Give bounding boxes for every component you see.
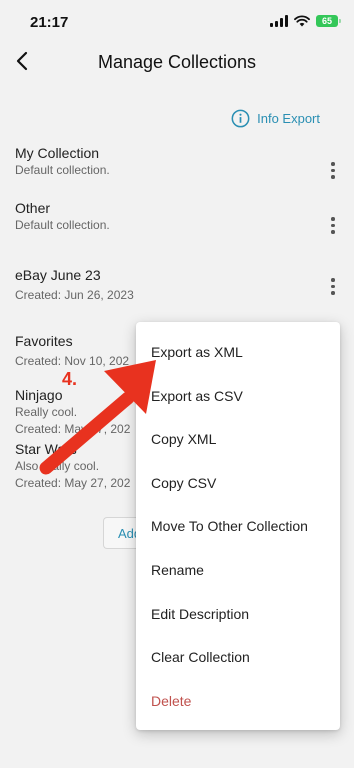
dot-icon	[331, 223, 335, 227]
battery-indicator: 65	[316, 15, 341, 27]
status-icons: 65	[270, 15, 341, 27]
collection-item-my-collection[interactable]: My Collection Default collection.	[15, 145, 340, 177]
dot-icon	[331, 291, 335, 295]
context-menu: Export as XML Export as CSV Copy XML Cop…	[136, 322, 340, 730]
menu-item-edit-description[interactable]: Edit Description	[136, 593, 340, 637]
menu-item-clear-collection[interactable]: Clear Collection	[136, 636, 340, 680]
collection-description: Default collection.	[15, 163, 110, 177]
signal-icon	[270, 15, 288, 27]
collection-item-ebay-june-23[interactable]: eBay June 23 Created: Jun 26, 2023	[15, 267, 340, 302]
menu-item-export-xml[interactable]: Export as XML	[136, 331, 340, 375]
dot-icon	[331, 162, 335, 166]
more-options-button[interactable]	[328, 278, 338, 295]
menu-item-move-to-other-collection[interactable]: Move To Other Collection	[136, 505, 340, 549]
collection-name: eBay June 23	[15, 267, 101, 283]
dot-icon	[331, 217, 335, 221]
info-export-button[interactable]: Info Export	[231, 109, 320, 128]
info-export-label: Info Export	[257, 111, 320, 126]
more-options-button[interactable]	[328, 162, 338, 179]
annotation-step-label: 4.	[62, 369, 78, 389]
menu-item-rename[interactable]: Rename	[136, 549, 340, 593]
dot-icon	[331, 175, 335, 179]
collection-name: Other	[15, 200, 51, 216]
dot-icon	[331, 168, 335, 172]
dot-icon	[331, 230, 335, 234]
collection-description: Created: Jun 26, 2023	[15, 288, 134, 302]
menu-item-copy-csv[interactable]: Copy CSV	[136, 462, 340, 506]
menu-item-export-csv[interactable]: Export as CSV	[136, 375, 340, 419]
wifi-icon	[294, 15, 310, 27]
menu-item-delete[interactable]: Delete	[136, 680, 340, 724]
more-options-button[interactable]	[328, 217, 338, 234]
header: Manage Collections	[0, 44, 354, 80]
status-time: 21:17	[30, 14, 69, 31]
collection-item-other[interactable]: Other Default collection.	[15, 200, 340, 232]
collection-description: Default collection.	[15, 218, 110, 232]
status-bar: 21:17 65	[0, 0, 354, 44]
collection-name: My Collection	[15, 145, 100, 161]
menu-item-copy-xml[interactable]: Copy XML	[136, 418, 340, 462]
page-title: Manage Collections	[97, 52, 257, 72]
dot-icon	[331, 278, 335, 282]
info-icon	[231, 109, 250, 128]
dot-icon	[331, 284, 335, 288]
